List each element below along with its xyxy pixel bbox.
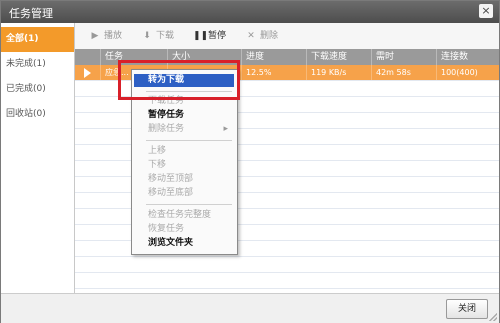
column-header-time[interactable]: 需时 — [372, 49, 437, 65]
play-icon: ▶ — [91, 31, 99, 41]
title-bar: 任务管理 × — [1, 1, 499, 23]
window-title: 任务管理 — [9, 7, 53, 20]
delete-label: 删除 — [260, 31, 279, 41]
table-cell-speed: 119 KB/s — [307, 65, 372, 80]
menu-item-check-integrity[interactable]: 检查任务完整度 — [134, 209, 234, 222]
column-header-speed[interactable]: 下载速度 — [307, 49, 372, 65]
column-header-status — [75, 49, 101, 65]
menu-item-delete-task[interactable]: 删除任务 ▸ — [134, 123, 234, 136]
table-row — [75, 257, 499, 273]
sidebar-item-incomplete[interactable]: 未完成(1) — [1, 52, 74, 77]
table-cell-connections: 100(400) — [441, 68, 478, 77]
toolbar: ▶ 播放 ⬇ 下载 ❚❚暂停 ✕ 删除 — [75, 23, 499, 50]
play-label: 播放 — [104, 31, 123, 41]
menu-item-move-down[interactable]: 下移 — [134, 159, 234, 172]
column-header-connections[interactable]: 连接数 — [437, 49, 499, 65]
menu-item-pause-task[interactable]: 暂停任务 — [134, 109, 234, 122]
menu-item-browse-folder[interactable]: 浏览文件夹 — [134, 237, 234, 250]
table-row — [75, 273, 499, 289]
table-cell-progress: 12.5% — [242, 65, 307, 80]
resize-grip-icon[interactable] — [489, 313, 497, 321]
table-cell-time: 42m 58s — [372, 65, 437, 80]
sidebar-item-completed[interactable]: 已完成(0) — [1, 77, 74, 102]
menu-item-delete-task-label: 删除任务 — [148, 124, 185, 134]
delete-icon: ✕ — [247, 31, 255, 41]
pause-label: 暂停 — [208, 31, 227, 41]
close-icon[interactable]: × — [479, 4, 493, 18]
pause-button[interactable]: ❚❚暂停 — [193, 29, 226, 43]
task-manager-window: 任务管理 × 全部(1) 未完成(1) 已完成(0) 回收站(0) ▶ 播放 ⬇ 下… — [0, 0, 500, 323]
table-cell-status — [75, 65, 101, 80]
delete-button[interactable]: ✕ 删除 — [245, 29, 278, 43]
menu-separator — [146, 140, 232, 141]
chevron-right-icon: ▸ — [223, 124, 228, 134]
menu-item-move-up[interactable]: 上移 — [134, 145, 234, 158]
column-header-progress[interactable]: 进度 — [242, 49, 307, 65]
sidebar: 全部(1) 未完成(1) 已完成(0) 回收站(0) — [1, 23, 75, 293]
menu-item-move-to-bottom[interactable]: 移动至底部 — [134, 187, 234, 200]
download-button[interactable]: ⬇ 下载 — [141, 29, 174, 43]
sidebar-item-recycle-bin[interactable]: 回收站(0) — [1, 102, 74, 127]
play-button[interactable]: ▶ 播放 — [89, 29, 122, 43]
menu-separator — [146, 204, 232, 205]
download-icon: ⬇ — [143, 31, 151, 41]
download-label: 下载 — [156, 31, 175, 41]
footer: 关闭 — [1, 293, 499, 323]
sidebar-item-all[interactable]: 全部(1) — [1, 27, 74, 52]
close-button[interactable]: 关闭 — [446, 299, 488, 319]
menu-item-move-to-top[interactable]: 移动至顶部 — [134, 173, 234, 186]
pause-icon: ❚❚ — [193, 31, 209, 41]
menu-item-restore-task[interactable]: 恢复任务 — [134, 223, 234, 236]
highlight-callout-box — [118, 60, 240, 100]
